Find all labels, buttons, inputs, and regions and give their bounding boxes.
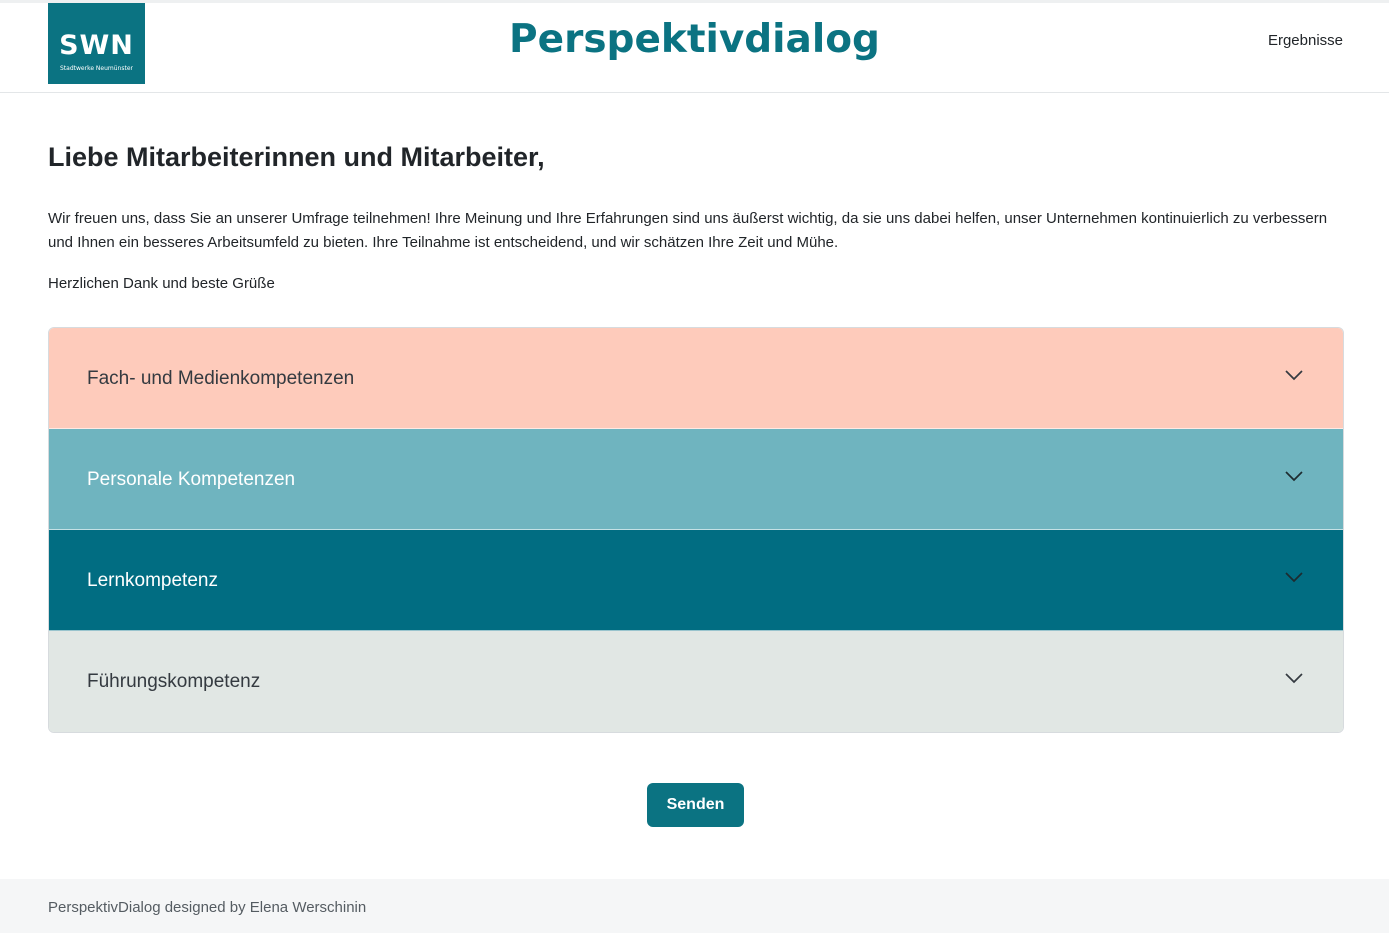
- footer-credit: PerspektivDialog designed by Elena Wersc…: [48, 899, 367, 916]
- closing-paragraph: Herzlichen Dank und beste Grüße: [48, 275, 275, 292]
- intro-paragraph: Wir freuen uns, dass Sie an unserer Umfr…: [48, 210, 1328, 251]
- chevron-down-icon: [1285, 571, 1303, 583]
- navbar: SWN Stadtwerke Neumünster Perspektivdial…: [0, 3, 1389, 93]
- accordion-item-label: Fach- und Medienkompetenzen: [87, 368, 355, 389]
- send-button[interactable]: Senden: [647, 783, 744, 827]
- page-title: Liebe Mitarbeiterinnen und Mitarbeiter,: [48, 142, 545, 172]
- footer: PerspektivDialog designed by Elena Wersc…: [0, 879, 1389, 933]
- accordion-item-label: Lernkompetenz: [87, 570, 218, 591]
- chevron-down-icon: [1285, 672, 1303, 684]
- swn-logo[interactable]: SWN Stadtwerke Neumünster: [48, 3, 145, 84]
- accordion-item-fach-medienkompetenzen[interactable]: Fach- und Medienkompetenzen: [49, 328, 1343, 429]
- accordion-item-personale-kompetenzen[interactable]: Personale Kompetenzen: [49, 429, 1343, 530]
- logo-subtitle: Stadtwerke Neumünster: [60, 65, 133, 72]
- accordion-item-label: Personale Kompetenzen: [87, 469, 296, 490]
- competency-accordion: Fach- und Medienkompetenzen Personale Ko…: [48, 327, 1344, 733]
- chevron-down-icon: [1285, 470, 1303, 482]
- logo-wordmark: SWN: [59, 30, 134, 61]
- chevron-down-icon: [1285, 369, 1303, 381]
- accordion-item-fuehrungskompetenz[interactable]: Führungskompetenz: [49, 631, 1343, 732]
- nav-link-ergebnisse[interactable]: Ergebnisse: [1268, 31, 1343, 51]
- accordion-item-lernkompetenz[interactable]: Lernkompetenz: [49, 530, 1343, 631]
- app-title-container: Perspektivdialog: [0, 15, 1389, 65]
- app-title[interactable]: Perspektivdialog: [509, 17, 880, 62]
- accordion-item-label: Führungskompetenz: [87, 671, 261, 692]
